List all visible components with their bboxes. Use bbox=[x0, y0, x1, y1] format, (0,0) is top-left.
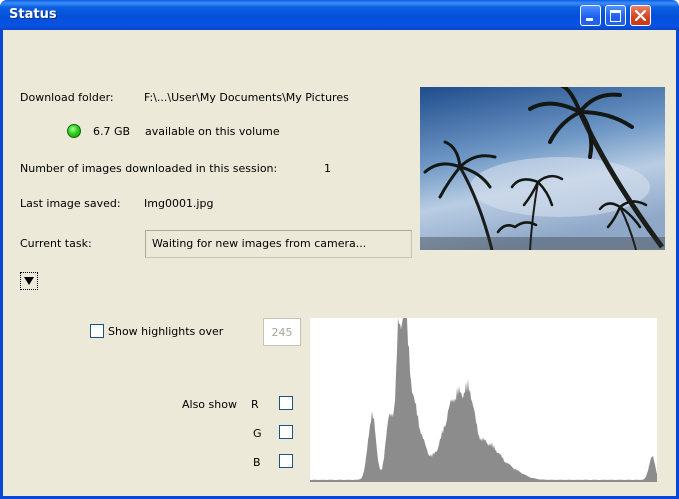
channel-b-label: B bbox=[253, 456, 261, 469]
channel-r-label: R bbox=[251, 398, 259, 411]
free-space-value: 6.7 GB bbox=[93, 125, 131, 138]
images-downloaded-label: Number of images downloaded in this sess… bbox=[20, 162, 278, 175]
triangle-down-icon bbox=[24, 277, 34, 285]
image-preview bbox=[420, 87, 665, 250]
also-show-label: Also show bbox=[182, 398, 237, 411]
channel-g-label: G bbox=[253, 427, 262, 440]
show-highlights-checkbox[interactable] bbox=[90, 324, 104, 338]
current-task-field: Waiting for new images from camera... bbox=[145, 230, 412, 258]
close-button[interactable] bbox=[630, 5, 651, 26]
expand-button[interactable] bbox=[20, 272, 38, 290]
download-folder-value: F:\...\User\My Documents\My Pictures bbox=[144, 91, 349, 104]
download-folder-label: Download folder: bbox=[20, 91, 114, 104]
status-led-icon bbox=[67, 124, 81, 138]
last-image-label: Last image saved: bbox=[20, 197, 121, 210]
current-task-value: Waiting for new images from camera... bbox=[152, 237, 367, 250]
free-space-label: available on this volume bbox=[145, 125, 280, 138]
title-bar[interactable]: Status bbox=[0, 0, 679, 30]
histogram-area bbox=[310, 318, 657, 482]
channel-g-checkbox[interactable] bbox=[279, 425, 293, 439]
current-task-label: Current task: bbox=[20, 237, 92, 250]
channel-r-checkbox[interactable] bbox=[279, 396, 293, 410]
close-icon bbox=[635, 10, 646, 21]
channel-b-checkbox[interactable] bbox=[279, 454, 293, 468]
window-title: Status bbox=[9, 7, 57, 22]
last-image-value: Img0001.jpg bbox=[144, 197, 214, 210]
maximize-button[interactable] bbox=[605, 5, 626, 26]
show-highlights-label: Show highlights over bbox=[108, 325, 224, 338]
minimize-button[interactable] bbox=[580, 5, 601, 26]
images-downloaded-value: 1 bbox=[324, 162, 331, 175]
histogram bbox=[310, 318, 657, 482]
highlight-threshold-field[interactable]: 245 bbox=[263, 318, 301, 346]
status-window: Status Download folder: F:\...\User\My D… bbox=[0, 0, 679, 499]
